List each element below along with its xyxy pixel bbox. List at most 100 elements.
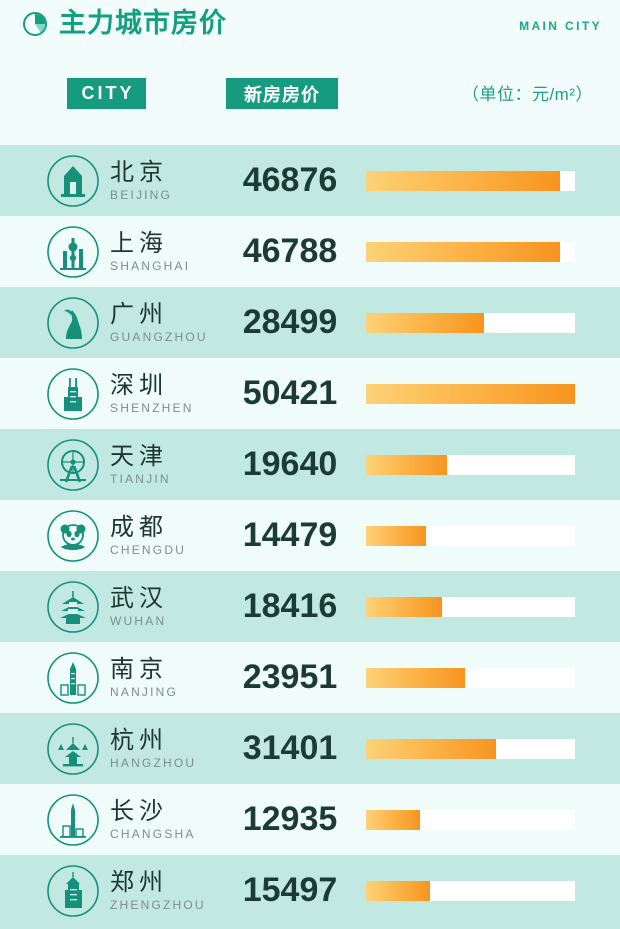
city-name-cn: 天津 (110, 442, 168, 470)
bar-fill (366, 880, 431, 901)
city-name-en: WUHAN (110, 613, 167, 628)
city-cell: 成都 CHENGDU (46, 500, 186, 571)
bar-fill (366, 312, 485, 333)
bar-cell (366, 216, 575, 287)
city-cell: 天津 TIANJIN (46, 429, 171, 500)
city-name-group: 武汉 WUHAN (110, 584, 168, 630)
city-name-group: 杭州 HANGZHOU (110, 726, 196, 772)
city-name-en: SHENZHEN (110, 400, 194, 415)
bar-fill (366, 170, 561, 191)
city-name-cn: 上海 (110, 229, 168, 257)
shanghai-pearl-tower-icon (46, 225, 100, 279)
bar-track (366, 596, 575, 617)
city-name-en: TIANJIN (110, 471, 171, 486)
city-cell: 南京 NANJING (46, 642, 178, 713)
pie-chart-icon (22, 11, 48, 37)
hangzhou-leifeng-pagoda-icon (46, 722, 100, 776)
bar-track (366, 383, 575, 404)
column-header-bar: CITY 新房房价 （单位：元/m²） (0, 76, 620, 116)
bar-fill (366, 241, 560, 262)
city-name-group: 北京 BEIJING (110, 158, 172, 204)
city-name-group: 天津 TIANJIN (110, 442, 171, 488)
price-value: 23951 (242, 658, 338, 696)
bar-fill (366, 596, 443, 617)
city-name-cn: 广州 (110, 300, 168, 328)
bar-fill (366, 667, 466, 688)
city-name-group: 深圳 SHENZHEN (110, 371, 194, 417)
bar-fill (366, 454, 448, 475)
city-rows-list: 北京 BEIJING 46876 上海 SHANGHAI 46788 广州 GUANGZHOU… (0, 145, 620, 926)
price-value: 46788 (242, 232, 338, 270)
price-value: 28499 (242, 303, 338, 341)
city-name-en: CHANGSHA (110, 826, 196, 841)
table-row: 长沙 CHANGSHA 12935 (0, 784, 620, 855)
city-name-en: SHANGHAI (110, 258, 191, 273)
price-value: 31401 (242, 729, 338, 767)
zhengzhou-erqi-tower-icon (46, 864, 100, 918)
city-name-en: ZHENGZHOU (110, 897, 206, 912)
bar-cell (366, 642, 575, 713)
bar-cell (366, 287, 575, 358)
city-name-group: 长沙 CHANGSHA (110, 797, 196, 843)
bar-track (366, 454, 575, 475)
city-name-en: CHENGDU (110, 542, 187, 557)
beijing-tiananmen-icon (46, 154, 100, 208)
bar-fill (366, 809, 420, 830)
changsha-ifs-tower-icon (46, 793, 100, 847)
table-row: 广州 GUANGZHOU 28499 (0, 287, 620, 358)
table-row: 北京 BEIJING 46876 (0, 145, 620, 216)
city-cell: 广州 GUANGZHOU (46, 287, 208, 358)
city-name-group: 成都 CHENGDU (110, 513, 186, 559)
city-name-en: HANGZHOU (110, 755, 197, 770)
price-value: 19640 (242, 445, 338, 483)
tianjin-eye-icon (46, 438, 100, 492)
page-title: 主力城市房价 (59, 8, 227, 38)
bar-track (366, 738, 575, 759)
city-name-group: 南京 NANJING (110, 655, 178, 701)
table-row: 武汉 WUHAN 18416 (0, 571, 620, 642)
bar-track (366, 170, 575, 191)
city-name-cn: 郑州 (110, 868, 168, 896)
bar-cell (366, 429, 575, 500)
bar-track (366, 525, 575, 546)
city-name-cn: 成都 (110, 513, 168, 541)
bar-track (366, 809, 575, 830)
table-row: 天津 TIANJIN 19640 (0, 429, 620, 500)
city-name-en: GUANGZHOU (110, 329, 208, 344)
table-row: 郑州 ZHENGZHOU 15497 (0, 855, 620, 926)
bar-cell (366, 500, 575, 571)
bar-cell (366, 855, 575, 926)
price-value: 14479 (242, 516, 338, 554)
chengdu-panda-icon (46, 509, 100, 563)
city-name-group: 郑州 ZHENGZHOU (110, 868, 206, 914)
price-value: 50421 (242, 374, 338, 412)
city-name-cn: 杭州 (110, 726, 168, 754)
column-header-price: 新房房价 (226, 78, 338, 109)
table-row: 深圳 SHENZHEN 50421 (0, 358, 620, 429)
guangzhou-goat-icon (46, 296, 100, 350)
infographic-root: 主力城市房价 MAIN CITY CITY 新房房价 （单位：元/m²） 北京 B… (0, 0, 620, 929)
bar-track (366, 880, 575, 901)
price-value: 15497 (242, 871, 338, 909)
city-name-cn: 武汉 (110, 584, 168, 612)
bar-cell (366, 358, 575, 429)
bar-cell (366, 713, 575, 784)
city-cell: 杭州 HANGZHOU (46, 713, 196, 784)
city-name-en: NANJING (110, 684, 179, 699)
city-name-cn: 南京 (110, 655, 168, 683)
table-row: 上海 SHANGHAI 46788 (0, 216, 620, 287)
column-header-city: CITY (67, 78, 146, 109)
shenzhen-diwang-icon (46, 367, 100, 421)
city-name-group: 广州 GUANGZHOU (110, 300, 208, 346)
city-cell: 上海 SHANGHAI (46, 216, 190, 287)
bar-cell (366, 571, 575, 642)
header: 主力城市房价 MAIN CITY (0, 0, 620, 62)
table-row: 南京 NANJING 23951 (0, 642, 620, 713)
city-name-en: BEIJING (110, 187, 173, 202)
price-value: 46876 (242, 161, 338, 199)
header-subtitle: MAIN CITY (519, 19, 602, 33)
city-name-cn: 长沙 (110, 797, 168, 825)
city-name-group: 上海 SHANGHAI (110, 229, 190, 275)
city-name-cn: 深圳 (110, 371, 168, 399)
unit-label: （单位：元/m²） (461, 85, 593, 104)
